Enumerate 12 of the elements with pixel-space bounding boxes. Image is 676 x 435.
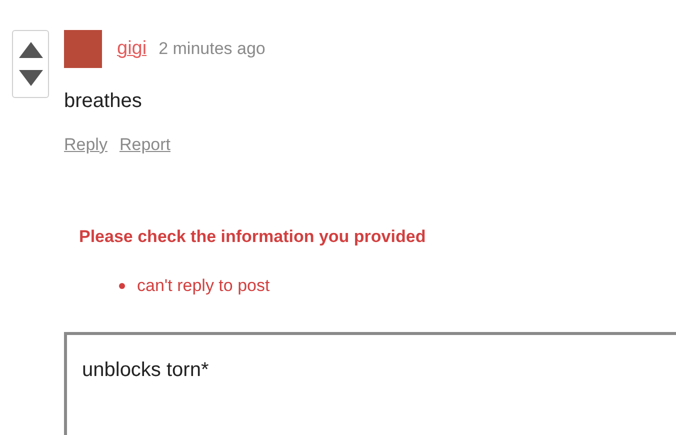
action-link[interactable]: Reply: [64, 132, 108, 158]
comment-time: 2 minutes ago: [158, 38, 266, 60]
error-item: can't reply to post: [137, 275, 270, 297]
downvote-icon[interactable]: [18, 70, 42, 86]
reply-field[interactable]: unblocks torn*: [64, 332, 676, 435]
error-title: Please check the information you provided: [79, 226, 427, 248]
upvote-icon[interactable]: [18, 42, 42, 58]
comment-body: breathes: [64, 89, 143, 114]
bullet-icon: [119, 282, 125, 289]
author-link[interactable]: gigi: [117, 34, 147, 64]
avatar-placeholder: [64, 30, 102, 68]
action-link[interactable]: Report: [119, 132, 170, 158]
